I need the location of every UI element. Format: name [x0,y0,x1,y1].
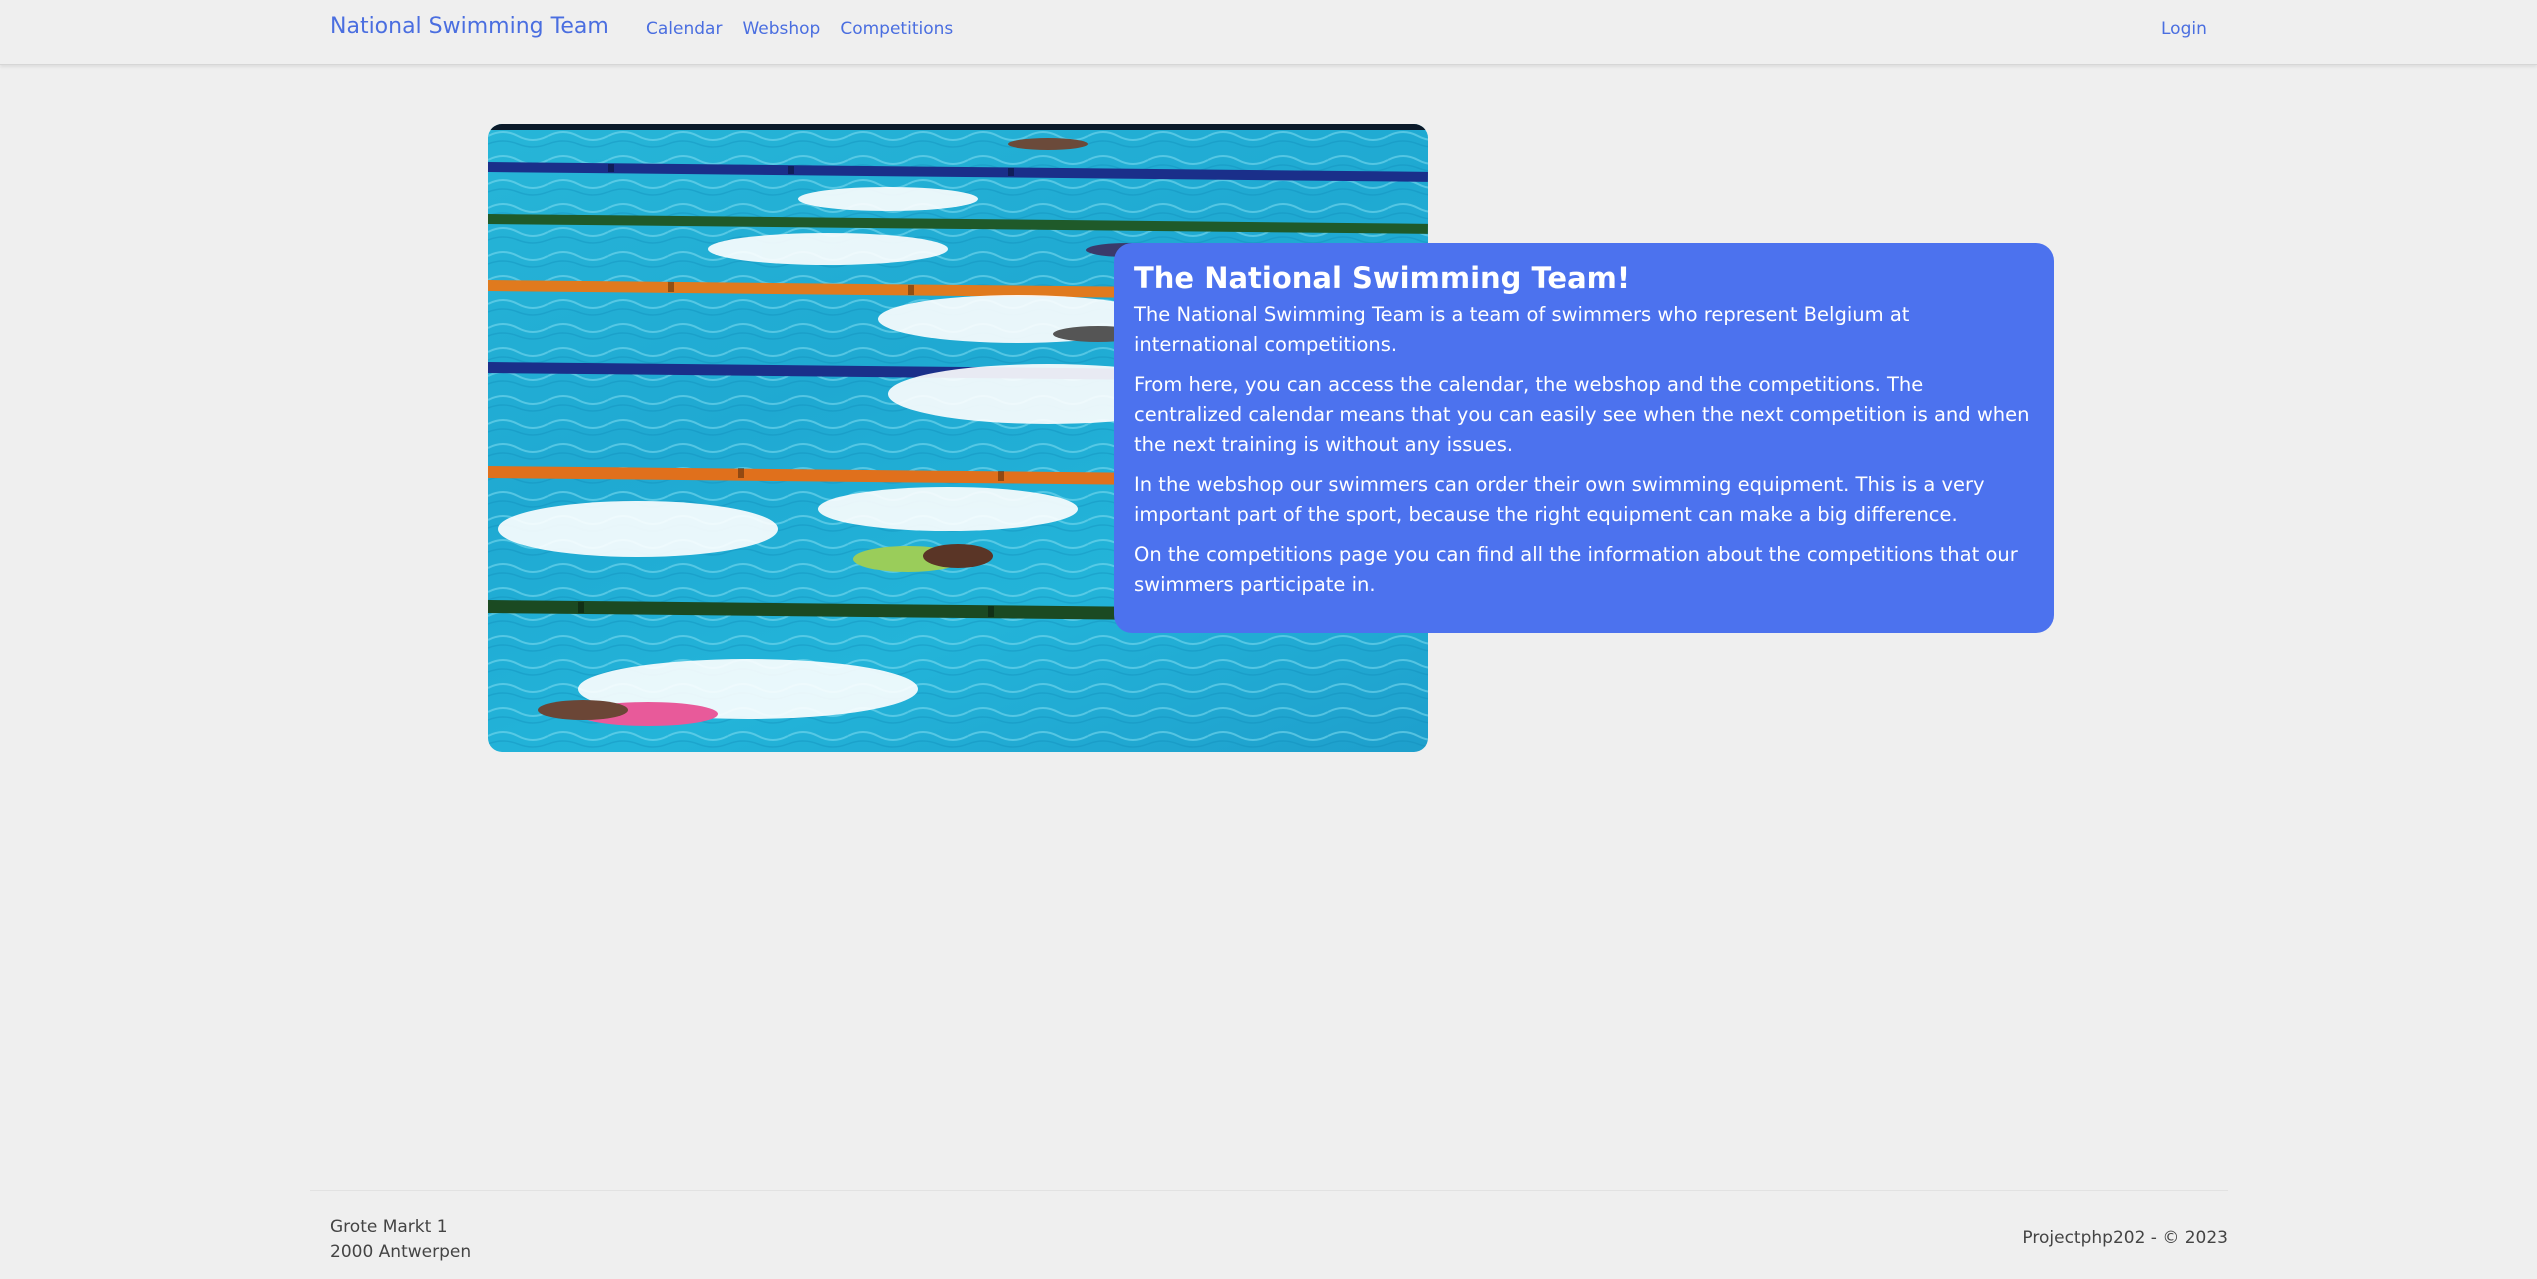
address-street: Grote Markt 1 [330,1217,448,1237]
footer-copyright: Projectphp202 - © 2023 [2022,1228,2228,1248]
brand-link[interactable]: National Swimming Team [330,14,609,39]
nav-link-calendar[interactable]: Calendar [646,19,722,39]
info-title: The National Swimming Team! [1134,261,1631,295]
info-paragraph-webshop: In the webshop our swimmers can order th… [1134,472,1985,526]
page-footer: Grote Markt 1 2000 Antwerpen Projectphp2… [310,1190,2228,1279]
footer-address: Grote Markt 1 2000 Antwerpen [330,1215,471,1265]
nav-link-webshop[interactable]: Webshop [742,19,820,39]
info-card: The National Swimming Team! The National… [1114,243,2054,633]
info-paragraph-access: From here, you can access the calendar, … [1134,372,2030,456]
login-link[interactable]: Login [2161,19,2207,39]
address-city: 2000 Antwerpen [330,1242,472,1262]
info-paragraph-intro: The National Swimming Team is a team of … [1134,302,1910,356]
nav-links: Calendar Webshop Competitions [646,19,953,39]
nav-link-competitions[interactable]: Competitions [840,19,953,39]
top-navbar: National Swimming Team Calendar Webshop … [0,0,2537,65]
info-paragraph-competitions: On the competitions page you can find al… [1134,542,2018,596]
